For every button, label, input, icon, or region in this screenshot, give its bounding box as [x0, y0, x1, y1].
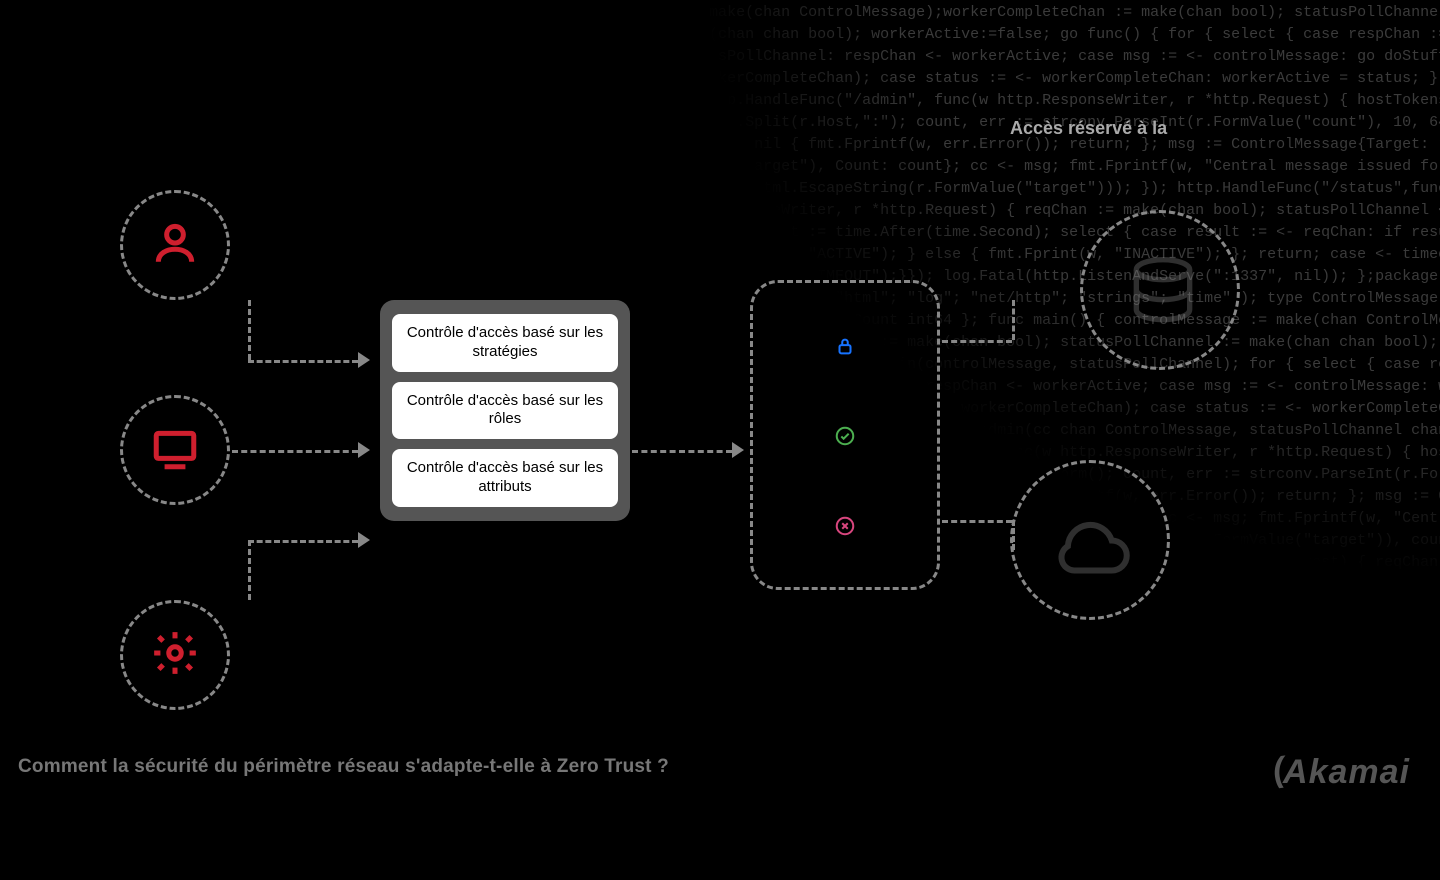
gear-icon: [150, 628, 200, 683]
connector: [942, 520, 1012, 523]
connector: [248, 540, 358, 543]
arrow-head-icon: [358, 442, 370, 458]
top-label: Accès réservé à la: [1010, 118, 1167, 139]
evaluation-panel: [750, 280, 940, 590]
arrow-head-icon: [358, 532, 370, 548]
arrow-head-icon: [358, 352, 370, 368]
user-icon: [150, 218, 200, 273]
connector: [248, 300, 251, 360]
brand-logo: (Akamai: [1271, 753, 1410, 792]
target-datacenter: [1080, 210, 1240, 370]
cloud-icon: [1048, 503, 1138, 593]
monitor-icon: [150, 423, 200, 478]
check-circle-icon: [832, 423, 858, 449]
access-control-item: Contrôle d'accès basé sur les attributs: [392, 449, 618, 507]
identity-user: [120, 190, 230, 300]
x-circle-icon: [832, 513, 858, 539]
connector: [248, 540, 251, 600]
identity-settings: [120, 600, 230, 710]
connector: [248, 360, 358, 363]
access-control-box: Contrôle d'accès basé sur les stratégies…: [380, 300, 630, 521]
database-icon: [1123, 253, 1203, 333]
access-control-item: Contrôle d'accès basé sur les rôles: [392, 382, 618, 440]
identity-device: [120, 395, 230, 505]
connector: [1012, 300, 1015, 340]
connector: [942, 340, 1012, 343]
access-control-item: Contrôle d'accès basé sur les stratégies: [392, 314, 618, 372]
arrow-head-icon: [732, 442, 744, 458]
diagram-caption: Comment la sécurité du périmètre réseau …: [18, 756, 669, 778]
connector: [232, 450, 358, 453]
connector: [632, 450, 732, 453]
target-cloud: [1010, 460, 1170, 620]
lock-icon: [832, 333, 858, 359]
